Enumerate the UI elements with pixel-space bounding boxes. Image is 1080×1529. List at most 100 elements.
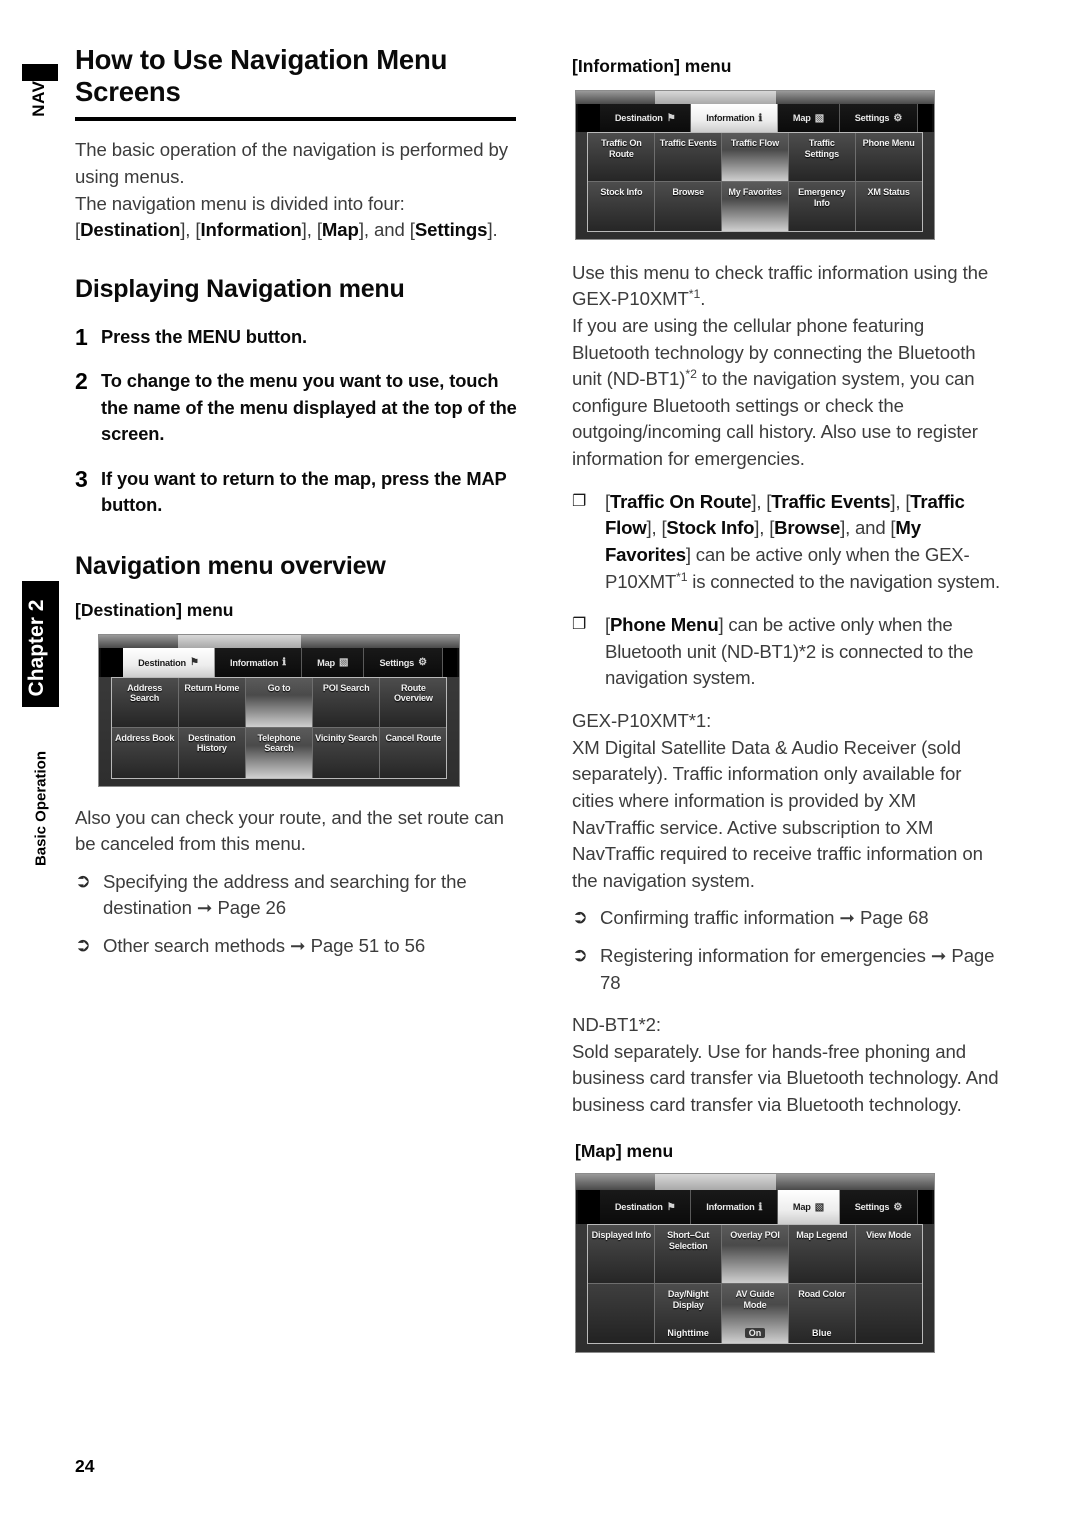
cross-reference-icon: ➲ [572,944,588,966]
cross-reference-icon: ➲ [572,907,588,929]
device-top-strip [99,634,459,649]
step-number: 2 [75,368,88,395]
button-displayed-info[interactable]: Displayed Info [588,1225,656,1285]
button-phone-menu[interactable]: Phone Menu [855,133,922,183]
grid-row: Traffic On Route Traffic Events Traffic … [588,133,922,183]
button-traffic-on-route[interactable]: Traffic On Route [588,133,656,183]
step-text: Press the MENU button. [101,325,308,347]
cross-reference-icon: ➲ [75,934,91,956]
tab-map[interactable]: Map ▧ [778,104,840,133]
note-item: ❐ [Traffic On Route], [Traffic Events], … [572,489,1000,596]
cell-value-chip: On [722,1328,788,1339]
button-cancel-route[interactable]: Cancel Route [380,727,447,778]
cell-label: Traffic Events [659,138,717,149]
button-stock-info[interactable]: Stock Info [588,182,656,232]
button-return-home[interactable]: Return Home [178,677,246,728]
tab-destination[interactable]: Destination ⚑ [123,648,215,677]
button-short-cut-selection[interactable]: Short–Cut Selection [655,1225,723,1285]
gex-footnote-text: XM Digital Satellite Data & Audio Receiv… [572,736,983,891]
tab-spacer-right [442,648,457,677]
button-browse[interactable]: Browse [655,182,723,232]
button-address-search[interactable]: Address Search [111,677,179,728]
step-number: 1 [75,323,88,350]
button-overlay-poi[interactable]: Overlay POI [722,1225,789,1285]
button-traffic-settings[interactable]: Traffic Settings [788,133,856,183]
button-view-mode[interactable]: View Mode [855,1225,922,1285]
map-menu-screenshot: Destination ⚑ Information ℹ Map ▧ Settin… [575,1173,935,1354]
cell-label: Address Search [127,682,163,704]
tab-spacer-right [917,1190,932,1225]
footnote-marker-2: *2 [685,367,697,382]
note-text: [Traffic On Route], [Traffic Events], [T… [605,490,1000,593]
cell-label: Phone Menu [862,138,915,149]
cell-value: On [744,1328,766,1339]
tab-map-label: Map [792,113,811,124]
footnote-marker-1: *1 [688,287,701,302]
tab-information[interactable]: Information ℹ [691,104,779,133]
menu-name-information: Information [200,219,302,241]
heading-information-menu: [Information] menu [572,56,732,76]
button-go-to[interactable]: Go to [245,677,314,728]
page-title: How to Use Navigation Menu Screens [75,44,448,108]
info-desc-a: Use this menu to check traffic informati… [572,261,989,310]
button-poi-search[interactable]: POI Search [313,677,381,728]
step-text: If you want to return to the map, press … [101,467,507,516]
map-button-grid: Displayed Info Short–Cut Selection Overl… [587,1224,923,1345]
intro-text-c: ], [ [301,219,322,241]
cell-label: View Mode [866,1230,912,1241]
tab-settings[interactable]: Settings ⚙ [839,104,918,133]
folded-map-icon: ▧ [814,1201,824,1213]
button-road-color[interactable]: Road Color Blue [788,1284,856,1344]
intro-text-e: ]. [487,219,498,241]
button-traffic-events[interactable]: Traffic Events [655,133,723,183]
note-square-icon: ❐ [572,615,587,633]
button-day-night-display[interactable]: Day/Night Display Nighttime [655,1284,723,1344]
button-route-overview[interactable]: Route Overview [380,677,447,728]
button-my-favorites[interactable]: My Favorites [722,182,789,232]
device-tab-bar: Destination ⚑ Information ℹ Map ▧ Settin… [576,104,934,133]
button-vicinity-search[interactable]: Vicinity Search [313,727,381,778]
information-menu-screenshot: Destination ⚑ Information ℹ Map ▧ Settin… [575,89,935,240]
nd-footnote-text: Sold separately. Use for hands-free phon… [572,1040,999,1115]
button-destination-history[interactable]: Destination History [178,727,246,778]
note-tail-2: is connected to the navigation system. [687,571,1000,593]
cross-reference: ➲ Confirming traffic information ➞ Page … [572,905,1000,932]
info-desc-b: . [700,288,706,310]
button-traffic-flow[interactable]: Traffic Flow [722,133,789,183]
cross-reference: ➲ Specifying the address and searching f… [75,869,518,922]
cell-label: Return Home [184,682,240,693]
tab-map[interactable]: Map ▧ [302,648,365,677]
cell-label: XM Status [867,187,910,198]
button-map-legend[interactable]: Map Legend [788,1225,856,1285]
note-term: Phone Menu [609,613,719,635]
checkered-flag-icon: ⚑ [666,1201,676,1213]
note-sep: ], [ [890,490,911,512]
tab-map[interactable]: Map ▧ [778,1190,840,1225]
cell-label: Vicinity Search [315,732,378,743]
button-xm-status[interactable]: XM Status [855,182,922,232]
cell-label: Emergency Info [798,187,846,208]
button-telephone-search[interactable]: Telephone Search [245,727,314,778]
cell-label: Address Book [114,732,175,743]
device-top-strip [576,90,934,105]
tab-destination[interactable]: Destination ⚑ [600,1190,692,1225]
navi-label: NAVI [29,75,48,117]
gear-icon: ⚙ [418,657,427,669]
nd-footnote-label: ND-BT1*2: [572,1014,661,1036]
menu-name-map: Map [321,219,359,241]
tab-settings[interactable]: Settings ⚙ [839,1190,918,1225]
tab-destination-label: Destination [614,1202,663,1213]
intro-text-b: ], [ [180,219,201,241]
button-emergency-info[interactable]: Emergency Info [788,182,856,232]
info-i-icon: ℹ [282,657,286,669]
tab-information[interactable]: Information ℹ [691,1190,779,1225]
tab-destination[interactable]: Destination ⚑ [600,104,692,133]
tab-information[interactable]: Information ℹ [214,648,303,677]
button-av-guide-mode[interactable]: AV Guide Mode On [722,1284,789,1344]
cross-reference: ➲ Registering information for emergencie… [572,943,1000,996]
tab-settings[interactable]: Settings ⚙ [364,648,443,677]
cell-label: POI Search [322,682,370,693]
information-description-1: Use this menu to check traffic informati… [572,260,1000,313]
button-address-book[interactable]: Address Book [111,727,179,778]
checkered-flag-icon: ⚑ [189,657,199,669]
